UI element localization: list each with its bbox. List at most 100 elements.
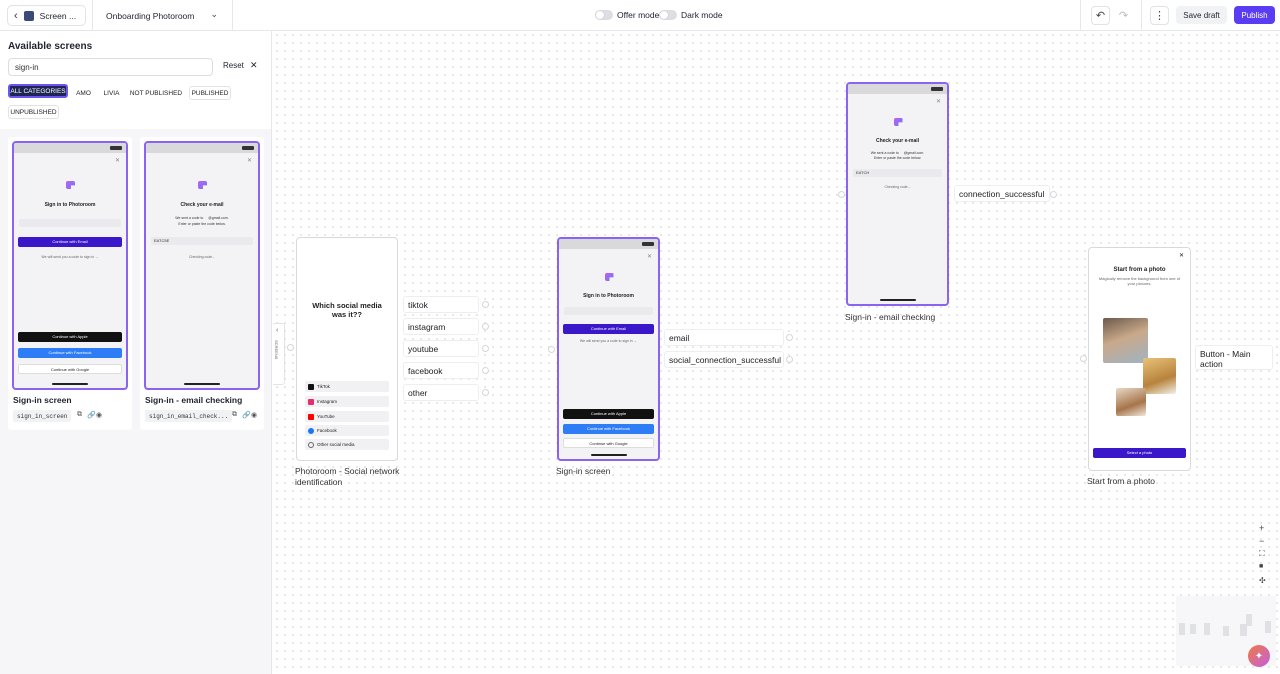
chip-livia[interactable]: LIVIA <box>100 86 123 100</box>
input-handle[interactable] <box>548 346 555 353</box>
link-icon[interactable]: 🔗 <box>242 411 251 419</box>
output-button-main-action[interactable]: Button - Main action <box>1195 345 1273 370</box>
thumb-sent-a: We sent a code to <box>175 216 204 220</box>
thumb-title: Sign in to Photoroom <box>44 202 96 208</box>
photoroom-logo-icon <box>198 181 207 189</box>
thumb-title: Check your e-mail <box>180 202 224 208</box>
output-social-connection-successful[interactable]: social_connection_successful <box>664 351 784 368</box>
thumb-continue-email: Continue with Email <box>18 237 122 247</box>
output-handle[interactable] <box>482 301 489 308</box>
redo-button[interactable]: ↷ <box>1114 6 1133 25</box>
dark-mode-toggle[interactable] <box>659 10 677 20</box>
copy-icon[interactable]: ⧉ <box>232 411 237 419</box>
close-icon: ✕ <box>935 99 941 105</box>
sign-in-node[interactable]: ✕ Sign in to Photoroom Continue with Ema… <box>557 237 660 461</box>
thumb-google-button: Continue with Google <box>18 364 122 374</box>
flow-selector[interactable]: Onboarding Photoroom ⌄ <box>97 5 225 26</box>
start-from-photo-node[interactable]: ✕ Start from a photo Magically remove th… <box>1088 247 1191 471</box>
node-google-button: Continue with Google <box>563 438 654 448</box>
status-bar <box>559 239 658 249</box>
chip-unpublished[interactable]: UNPUBLISHED <box>8 105 59 119</box>
panel-title: Available screens <box>8 41 93 52</box>
output-tiktok[interactable]: tiktok <box>403 296 479 313</box>
output-handle[interactable] <box>786 356 793 363</box>
chip-published[interactable]: PUBLISHED <box>189 86 231 100</box>
output-handle[interactable] <box>786 334 793 341</box>
publish-button[interactable]: Publish <box>1234 6 1275 24</box>
sign-in-node-label: Sign-in screen <box>556 466 611 476</box>
email-checking-thumbnail: ✕ Check your e-mail We sent a code to @g… <box>144 141 260 390</box>
ai-assistant-button[interactable]: ✦ <box>1248 645 1270 667</box>
node-continue-email: Continue with Email <box>563 324 654 334</box>
output-instagram[interactable]: instagram <box>403 318 479 335</box>
undo-button[interactable]: ↶ <box>1091 6 1110 25</box>
screen-card-sign-in[interactable]: ✕ Sign in to Photoroom Continue with Ema… <box>8 137 132 430</box>
youtube-icon <box>308 413 314 420</box>
dark-mode-label: Dark mode <box>681 10 723 20</box>
available-screens-panel: Available screens Reset ✕ ALL CATEGORIES… <box>0 31 272 674</box>
close-icon[interactable]: ✕ <box>250 60 258 71</box>
output-handle[interactable] <box>482 345 489 352</box>
back-button[interactable]: ‹ Screen ... <box>7 5 86 26</box>
panel-header: Available screens Reset ✕ ALL CATEGORIES… <box>0 31 271 129</box>
reset-button[interactable]: Reset <box>223 61 244 70</box>
email-checking-node-label: Sign-in - email checking <box>845 312 936 322</box>
zoom-out-icon[interactable]: − <box>1259 536 1264 546</box>
more-options-button[interactable]: ⋮ <box>1150 6 1169 25</box>
save-draft-button[interactable]: Save draft <box>1176 6 1227 24</box>
eye-icon[interactable]: ◉ <box>96 411 102 419</box>
photo-select-button: Select a photo <box>1093 448 1186 458</box>
thumb-note: We will send you a code to sign in → <box>41 255 99 259</box>
output-handle[interactable] <box>482 367 489 374</box>
output-handle[interactable] <box>1050 191 1057 198</box>
email-checking-node[interactable]: ✕ Check your e-mail We sent a code to @g… <box>846 82 949 306</box>
flow-canvas[interactable]: ‹ SCREENS Which social media was it?? Ti… <box>273 31 1280 674</box>
node-code-field: EATCH <box>853 169 942 177</box>
link-icon[interactable]: 🔗 <box>87 411 96 419</box>
start-from-photo-label: Start from a photo <box>1087 476 1156 486</box>
node-checking: Checking code... <box>884 185 911 189</box>
eye-icon[interactable]: ◉ <box>251 411 257 419</box>
social-option-facebook: Facebook <box>305 425 389 436</box>
chevron-left-icon: ‹ <box>276 327 279 334</box>
output-handle[interactable] <box>482 323 489 330</box>
node-enter: Enter or paste the code below. <box>873 156 922 160</box>
photoroom-logo-icon <box>604 273 614 281</box>
minimap-node <box>1223 626 1229 636</box>
screen-card-email-checking[interactable]: ✕ Check your e-mail We sent a code to @g… <box>140 137 264 430</box>
collapse-tab-label: SCREENS <box>274 340 279 360</box>
home-indicator <box>879 299 916 301</box>
node-facebook-button: Continue with Facebook <box>563 424 654 434</box>
output-other[interactable]: other <box>403 384 479 401</box>
more-vertical-icon: ⋮ <box>1154 10 1165 22</box>
chip-all-categories[interactable]: ALL CATEGORIES <box>8 84 68 98</box>
input-handle[interactable] <box>287 344 294 351</box>
fit-view-icon[interactable]: ⛶ <box>1259 549 1265 559</box>
search-input[interactable] <box>8 58 213 76</box>
minimap-node <box>1204 623 1210 635</box>
lock-icon[interactable]: ■ <box>1259 563 1263 570</box>
collapse-panel-tab[interactable]: ‹ SCREENS <box>273 323 285 385</box>
tiktok-icon <box>308 383 314 390</box>
input-handle[interactable] <box>838 191 845 198</box>
social-network-node[interactable]: Which social media was it?? TikTok Insta… <box>296 237 398 461</box>
chip-amo[interactable]: AMO <box>72 86 95 100</box>
sample-photo-dog <box>1143 358 1176 394</box>
input-handle[interactable] <box>1080 355 1087 362</box>
output-handle[interactable] <box>482 389 489 396</box>
thumb-enter: Enter or paste the code below. <box>178 222 226 226</box>
sign-in-thumbnail: ✕ Sign in to Photoroom Continue with Ema… <box>12 141 128 390</box>
output-youtube[interactable]: youtube <box>403 340 479 357</box>
output-facebook[interactable]: facebook <box>403 362 479 379</box>
zoom-in-icon[interactable]: + <box>1259 523 1264 533</box>
status-bar <box>848 84 947 94</box>
chip-not-published[interactable]: NOT PUBLISHED <box>128 86 184 100</box>
offer-mode-toggle[interactable] <box>595 10 613 20</box>
auto-layout-icon[interactable]: ✣ <box>1259 576 1266 585</box>
output-email[interactable]: email <box>664 329 784 346</box>
output-connection-successful[interactable]: connection_successful <box>954 185 1050 202</box>
photoroom-logo-icon <box>66 181 75 189</box>
copy-icon[interactable]: ⧉ <box>77 411 82 419</box>
divider <box>92 0 93 31</box>
minimap-node <box>1246 614 1252 626</box>
